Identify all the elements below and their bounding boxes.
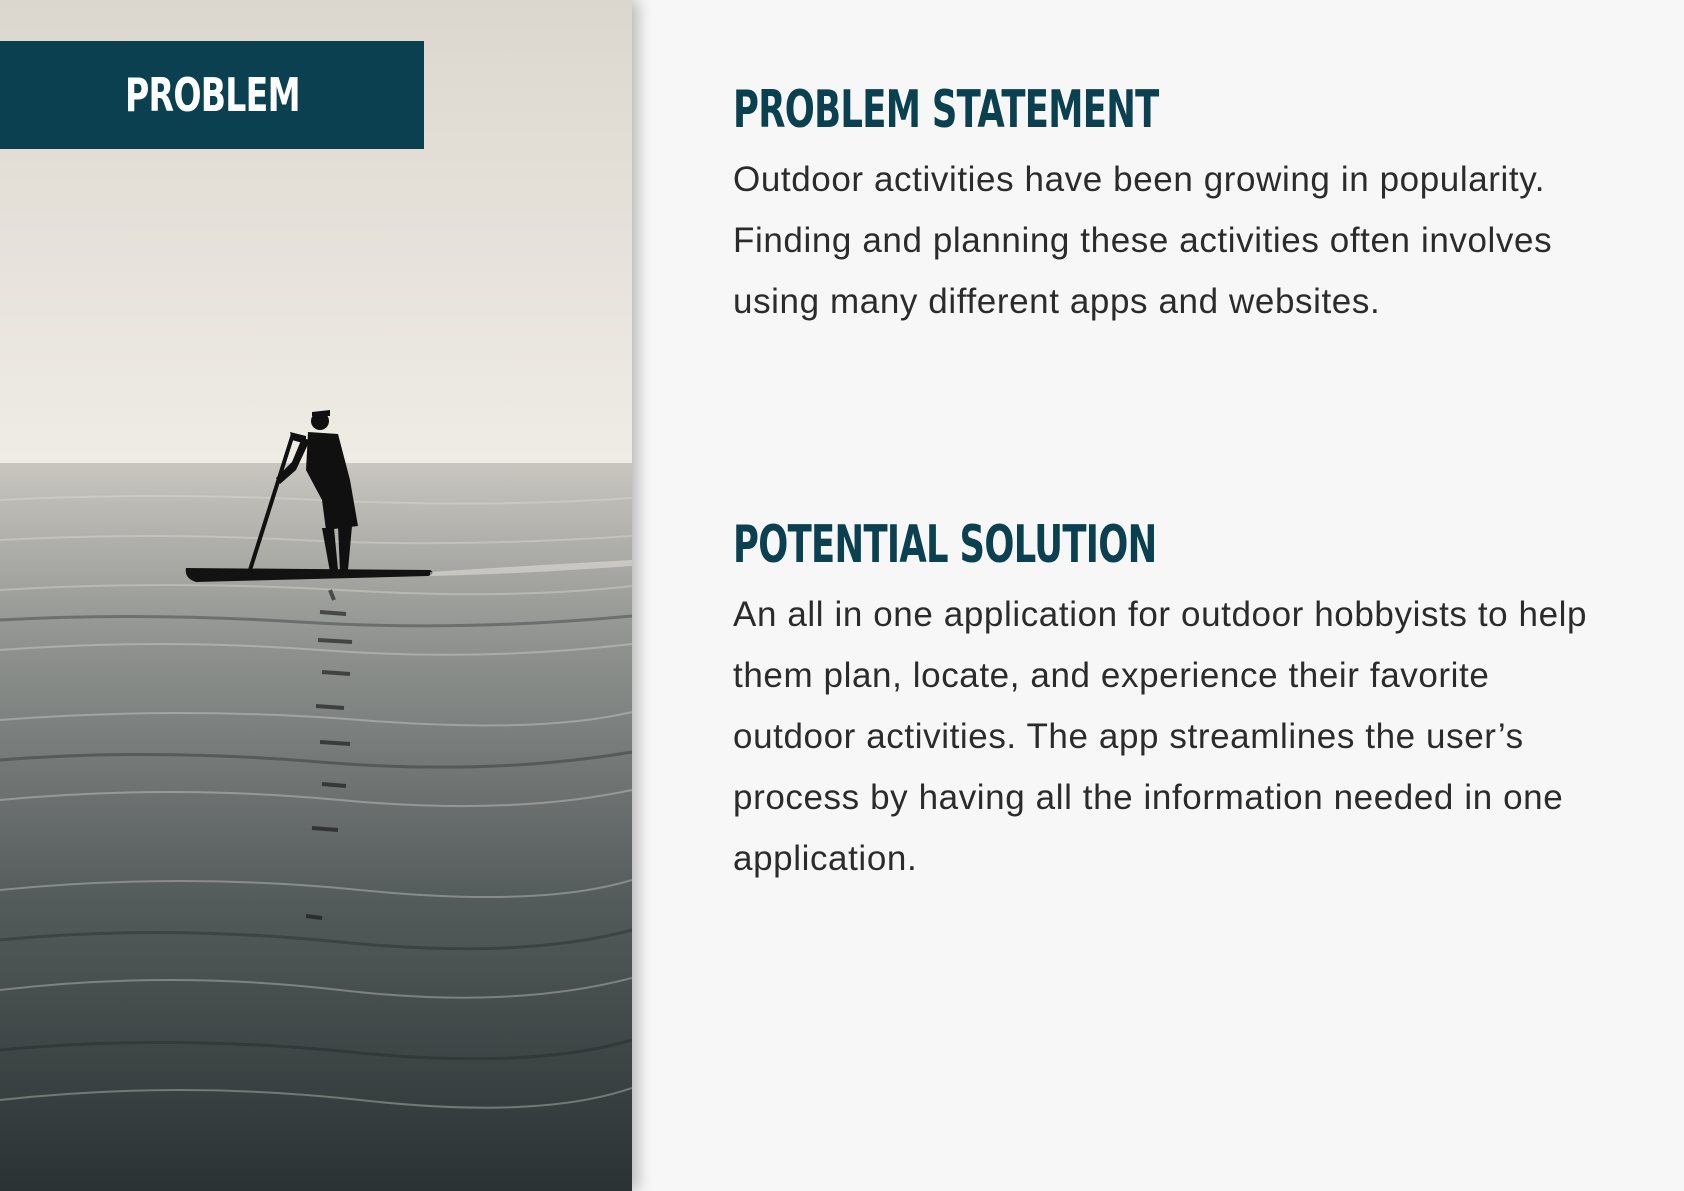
paddleboarder-photo <box>0 0 632 1191</box>
section-banner-label: PROBLEM <box>124 68 301 122</box>
problem-statement-text: Outdoor activities have been growing in … <box>733 160 1553 321</box>
potential-solution-heading: POTENTIAL SOLUTION <box>733 515 1157 575</box>
slide-page: PROBLEM PROBLEM STATEMENT Outdoor activi… <box>0 0 1684 1191</box>
section-banner: PROBLEM <box>0 41 424 149</box>
potential-solution-text: An all in one application for outdoor ho… <box>733 595 1588 878</box>
problem-statement-heading: PROBLEM STATEMENT <box>733 80 1159 140</box>
photo-illustration <box>0 0 632 1191</box>
